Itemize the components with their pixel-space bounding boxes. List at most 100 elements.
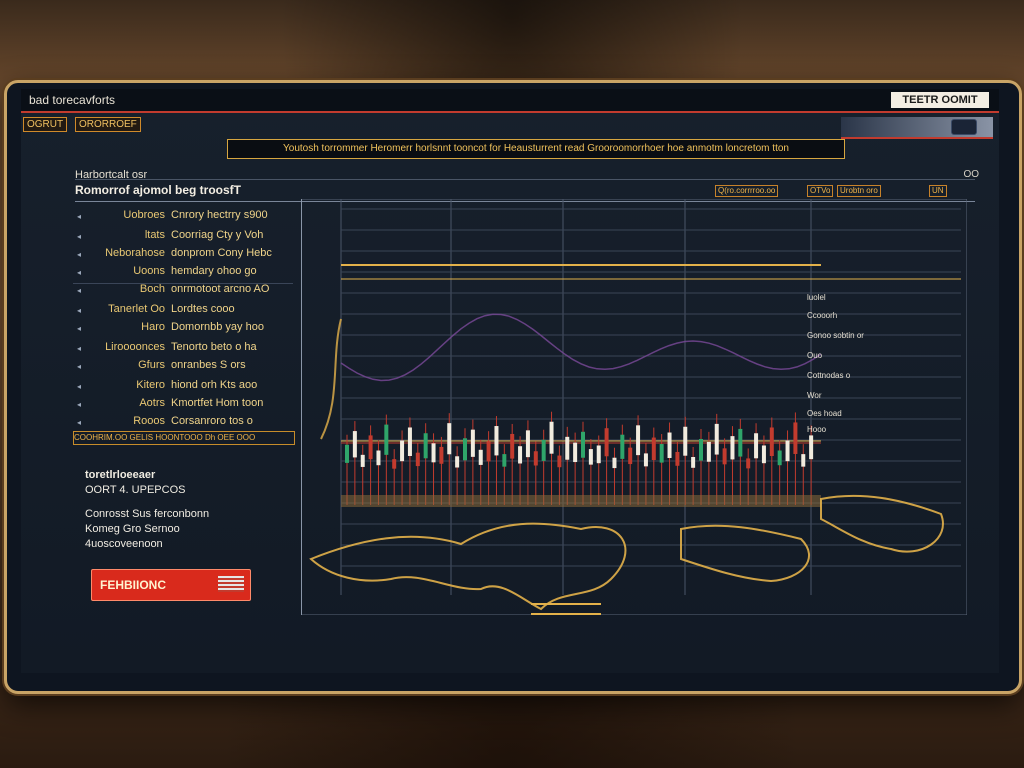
app-titlebar: bad torecavforts TEETR OOMIT	[21, 89, 999, 112]
filter-chip-2[interactable]: OTVo	[807, 185, 834, 197]
flag-icon	[218, 576, 244, 592]
table-row[interactable]: ◂ ltats Coorriag Cty y Voh	[73, 227, 293, 247]
table-row[interactable]: ◂ Gfurs onranbes S ors	[73, 357, 293, 377]
candle-body	[439, 446, 444, 464]
table-row[interactable]: ◂ Kitero hiond orh Kts aoo	[73, 377, 293, 397]
legend-item[interactable]: luolel	[807, 293, 826, 302]
row-symbol: Haro	[141, 321, 165, 333]
candle-body	[525, 430, 530, 458]
row-symbol: Kitero	[136, 379, 165, 391]
candle-body	[706, 441, 711, 462]
filter-chip-4[interactable]: UN	[929, 185, 947, 197]
candle-body	[769, 427, 774, 456]
series-line-purple	[340, 313, 822, 382]
candle-body	[683, 426, 688, 456]
candle-body	[463, 438, 467, 461]
summary-line-4: 4uoscoveenoon	[85, 538, 163, 550]
candle-body	[494, 426, 499, 456]
monitor-frame: bad torecavforts TEETR OOMIT OGRUT ORORR…	[4, 80, 1022, 694]
table-row[interactable]: ◂ Aotrs Kmortfet Hom toon	[73, 395, 293, 415]
candle-body	[455, 456, 460, 468]
app-title: bad torecavforts	[29, 93, 116, 107]
filter-chip-3[interactable]: Urobtn oro	[837, 185, 881, 197]
ticker-strip[interactable]: COOHRIM.OO GELIS HOONTOOO Dh OEE OOO	[73, 431, 295, 445]
legend-item[interactable]: Ouo	[807, 351, 822, 360]
trading-dashboard: bad torecavforts TEETR OOMIT OGRUT ORORR…	[21, 89, 999, 673]
row-detail: onranbes S ors	[171, 359, 246, 371]
candle-body	[588, 449, 593, 465]
legend-item[interactable]: Gonoo sobtin or	[807, 331, 864, 340]
candle-body	[368, 435, 373, 460]
table-row[interactable]: ◂ Uoons hemdary ohoo go	[73, 263, 293, 283]
table-row[interactable]: ◂ Rooos Corsanroro tos o	[73, 413, 293, 433]
legend-item[interactable]: Cottnodas o	[807, 371, 850, 380]
table-row[interactable]: ◂ Uobroes Cnrory hectrry s900	[73, 207, 293, 227]
candle-body	[651, 437, 656, 461]
filter-chip-1[interactable]: Q(ro.corrrroo.oo	[715, 185, 779, 197]
candle-body	[549, 421, 554, 454]
row-arrow-icon: ◂	[77, 286, 82, 295]
candle-body	[345, 444, 349, 463]
table-row[interactable]: ◂ Liroooonces Tenorto beto o ha	[73, 339, 293, 359]
candle-body	[636, 425, 641, 456]
candle-body	[620, 434, 625, 459]
row-arrow-icon: ◂	[77, 324, 82, 333]
trade-button[interactable]: FEHBIIONC	[91, 569, 251, 601]
tab-primary[interactable]: OGRUT	[23, 117, 68, 132]
candle-body	[730, 436, 735, 460]
candle-body	[612, 457, 617, 469]
row-arrow-icon: ◂	[77, 400, 82, 409]
candle-body	[470, 429, 475, 457]
row-detail: Kmortfet Hom toon	[171, 397, 264, 409]
row-arrow-icon: ◂	[77, 306, 82, 315]
candle-body	[714, 423, 719, 455]
row-arrow-icon: ◂	[77, 418, 82, 427]
candle-body	[352, 431, 357, 458]
title-divider	[75, 179, 975, 180]
row-arrow-icon: ◂	[77, 382, 82, 391]
legend-item[interactable]: Oes hoad	[807, 409, 842, 418]
row-detail: hiond orh Kts aoo	[171, 379, 258, 391]
panel-subtitle: Romorrof ajomol beg troosfT	[75, 183, 241, 197]
row-symbol: Rooos	[133, 415, 165, 427]
summary-heading: toretlrloeeaer	[85, 469, 156, 481]
table-group-divider	[73, 283, 293, 284]
legend-item[interactable]: Hooo	[807, 425, 826, 434]
candle-body	[801, 454, 806, 467]
candle-body	[447, 423, 452, 455]
candle-body	[400, 440, 405, 462]
table-row[interactable]: ◂ Neborahose donprom Cony Hebc	[73, 245, 293, 265]
candle-body	[809, 435, 814, 460]
row-arrow-icon: ◂	[77, 250, 82, 259]
row-detail: donprom Cony Hebc	[171, 247, 272, 259]
row-symbol: Tanerlet Oo	[108, 303, 165, 315]
candle-body	[431, 443, 436, 463]
row-detail: onrmotoot arcno AO	[171, 283, 270, 295]
candle-body	[746, 458, 751, 469]
row-arrow-icon: ◂	[77, 212, 82, 221]
news-banner[interactable]: Youtosh torrommer Heromerr horlsnnt toon…	[227, 139, 845, 159]
candle-body	[407, 427, 412, 456]
row-arrow-icon: ◂	[77, 362, 82, 371]
candle-body	[573, 442, 578, 463]
candle-baseline-strip	[341, 495, 821, 507]
candle-body	[478, 449, 483, 465]
row-symbol: ltats	[144, 229, 165, 241]
world-map-outline	[680, 524, 811, 583]
candle-body	[675, 451, 680, 466]
brand-logo[interactable]: TEETR OOMIT	[891, 92, 989, 108]
table-row[interactable]: ◂ Haro Domornbb yay hoo	[73, 319, 293, 339]
table-row[interactable]: ◂ Boch onrmotoot arcno AO	[73, 281, 293, 301]
table-row[interactable]: ◂ Tanerlet Oo Lordtes cooo	[73, 301, 293, 321]
chart-legend: luolel Ccooorh Gonoo sobtin or Ouo Cottnodas…	[807, 293, 947, 434]
row-detail: Corsanroro tos o	[171, 415, 253, 427]
row-detail: Coorriag Cty y Voh	[171, 229, 264, 241]
candle-body	[581, 431, 585, 458]
market-table: ◂ Uobroes Cnrory hectrry s900 ◂ ltats Coorria…	[73, 207, 293, 499]
legend-item[interactable]: Wor	[807, 391, 822, 400]
settings-button[interactable]	[951, 119, 977, 135]
legend-item[interactable]: Ccooorh	[807, 311, 837, 320]
candle-body	[486, 441, 491, 462]
tab-secondary[interactable]: ORORROEF	[75, 117, 141, 132]
candle-body	[376, 450, 381, 466]
